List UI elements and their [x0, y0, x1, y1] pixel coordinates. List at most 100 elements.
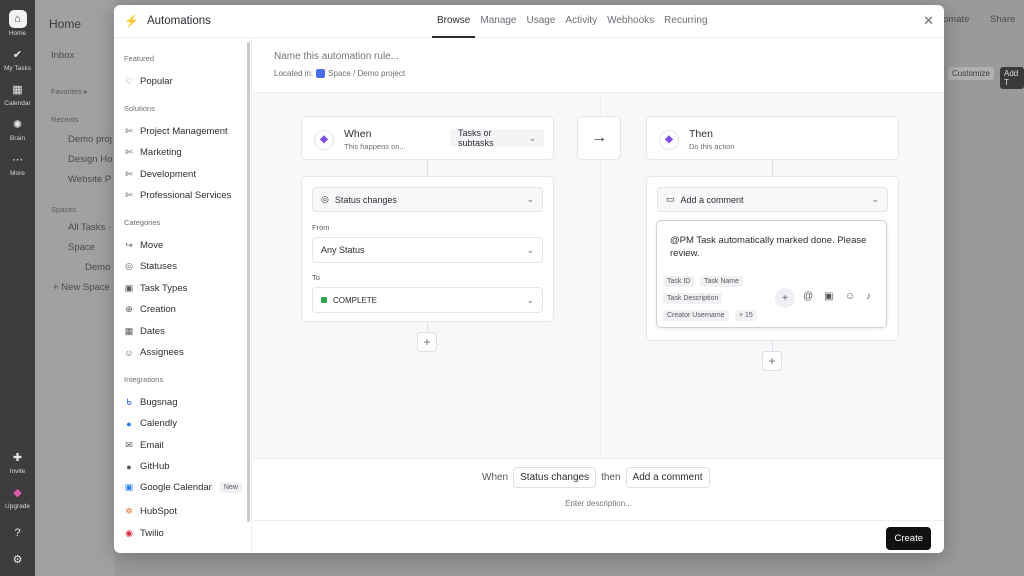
from-status-select[interactable]: Any Status ⌄	[312, 237, 543, 263]
rail-my-tasks[interactable]: ✔ My Tasks	[0, 45, 35, 73]
rail-help[interactable]: ?	[0, 524, 35, 542]
sidebar-item-label: Statuses	[140, 261, 177, 272]
attachment-icon[interactable]: ▣	[824, 291, 833, 302]
create-button[interactable]: Create	[886, 527, 931, 550]
comment-icon: ▭	[666, 194, 675, 204]
action-header-card[interactable]: ◆ Then Do this action	[646, 116, 899, 160]
connector-line	[427, 322, 428, 332]
connector-line	[427, 160, 428, 176]
brain-icon: ✺	[12, 118, 23, 131]
settings-icon: ⚙	[12, 553, 23, 566]
app-rail: ⌂ Home ✔ My Tasks ▦ Calendar ✺ Brain ⋯ M…	[0, 0, 35, 576]
sidebar-item-google-calendar[interactable]: ▣ Google Calendar New	[124, 482, 242, 493]
token-more[interactable]: + 15	[735, 310, 757, 321]
rail-brain[interactable]: ✺ Brain	[0, 115, 35, 143]
sidebar-item-project-management[interactable]: ✄ Project Management	[124, 126, 227, 137]
bg-recents: Recents	[51, 115, 79, 124]
sidebar-item-twilio[interactable]: ◉ Twilio	[124, 528, 164, 539]
token-task-name[interactable]: Task Name	[700, 276, 744, 287]
tab-activity[interactable]: Activity	[560, 5, 602, 38]
sidebar-item-statuses[interactable]: ◎ Statuses	[124, 261, 177, 272]
section-categories: Categories	[124, 218, 161, 227]
status-color-swatch	[321, 297, 327, 303]
rail-my-tasks-label: My Tasks	[4, 65, 31, 72]
connector-line	[772, 160, 773, 176]
plus-icon[interactable]: +	[775, 288, 795, 308]
rail-settings[interactable]: ⚙	[0, 550, 35, 568]
automation-builder: Located in: Space / Demo project ◆ When …	[253, 38, 944, 553]
tab-usage[interactable]: Usage	[522, 5, 561, 38]
sidebar-item-creation[interactable]: ⊕ Creation	[124, 304, 176, 315]
bg-space-4: + New Space	[53, 282, 110, 293]
check-circle-icon: ✔	[12, 48, 23, 61]
comment-editor[interactable]: @PM Task automatically marked done. Plea…	[656, 220, 887, 328]
location-line: Located in: Space / Demo project	[274, 69, 405, 78]
sidebar-item-bugsnag[interactable]: ᑲ Bugsnag	[124, 397, 177, 408]
rail-home[interactable]: ⌂ Home	[0, 10, 35, 37]
sidebar-item-calendly[interactable]: ● Calendly	[124, 418, 177, 429]
rail-invite[interactable]: ✚ Invite	[0, 448, 35, 476]
status-icon: ◎	[321, 194, 329, 204]
mention-icon[interactable]: @	[803, 291, 813, 302]
modal-title: Automations	[146, 15, 211, 27]
add-condition-button[interactable]: +	[417, 332, 437, 352]
bg-recent-1: Demo proj	[68, 134, 112, 145]
tools-icon: ✄	[125, 147, 133, 157]
sidebar-item-github[interactable]: ● GitHub	[124, 461, 169, 472]
sidebar-item-email[interactable]: ✉ Email	[124, 440, 164, 451]
close-icon[interactable]: ✕	[923, 13, 934, 29]
sidebar-scrollbar[interactable]	[247, 42, 250, 522]
summary-trigger-chip[interactable]: Status changes	[513, 467, 597, 488]
sidebar-item-professional-services[interactable]: ✄ Professional Services	[124, 190, 231, 201]
microphone-icon[interactable]: ♪	[866, 291, 871, 302]
sidebar-item-assignees[interactable]: ☺ Assignees	[124, 347, 183, 358]
action-type-select[interactable]: ▭ Add a comment ⌄	[657, 187, 888, 212]
sidebar-item-task-types[interactable]: ▣ Task Types	[124, 283, 188, 294]
tab-browse[interactable]: Browse	[432, 5, 476, 38]
bg-automate: omate	[943, 14, 970, 25]
to-status-select[interactable]: COMPLETE ⌄	[312, 287, 543, 313]
sidebar-item-label: HubSpot	[140, 506, 177, 517]
rail-upgrade[interactable]: ◆ Upgrade	[0, 483, 35, 511]
tab-webhooks[interactable]: Webhooks	[602, 5, 659, 38]
rail-more[interactable]: ⋯ More	[0, 150, 35, 178]
mail-icon: ✉	[125, 440, 133, 450]
comment-text[interactable]: @PM Task automatically marked done. Plea…	[670, 234, 875, 260]
tools-icon: ✄	[125, 190, 133, 200]
clickup-logo-icon: ◆	[659, 129, 679, 150]
chevron-down-icon: ⌄	[528, 132, 536, 143]
trigger-scope-select[interactable]: Tasks or subtasks ⌄	[450, 128, 544, 148]
trigger-type-select[interactable]: ◎ Status changes ⌄	[312, 187, 543, 212]
tab-manage[interactable]: Manage	[475, 5, 521, 38]
plus-circle-icon: ⊕	[125, 304, 133, 314]
rail-more-label: More	[10, 170, 25, 177]
token-creator-username[interactable]: Creator Username	[663, 310, 729, 321]
tab-recurring[interactable]: Recurring	[659, 5, 712, 38]
upgrade-icon: ◆	[13, 486, 22, 499]
sidebar-item-label: Creation	[140, 304, 176, 315]
add-action-button[interactable]: +	[762, 351, 782, 371]
token-task-description[interactable]: Task Description	[663, 293, 723, 304]
emoji-icon[interactable]: ☺	[845, 291, 855, 302]
help-icon: ?	[14, 527, 21, 539]
token-task-id[interactable]: Task ID	[663, 276, 695, 287]
located-path[interactable]: Space / Demo project	[328, 69, 405, 78]
sidebar-item-move[interactable]: ↪ Move	[124, 240, 163, 251]
sidebar-item-marketing[interactable]: ✄ Marketing	[124, 147, 182, 158]
rail-calendar[interactable]: ▦ Calendar	[0, 80, 35, 108]
sidebar-item-development[interactable]: ✄ Development	[124, 169, 196, 180]
trigger-header-card[interactable]: ◆ When This happens on... Tasks or subta…	[301, 116, 554, 160]
summary-action-chip[interactable]: Add a comment	[625, 467, 710, 488]
to-status-value: COMPLETE	[333, 295, 378, 305]
sidebar-item-label: Professional Services	[140, 190, 232, 201]
task-type-icon: ▣	[124, 283, 134, 293]
move-icon: ↪	[125, 240, 133, 250]
description-input[interactable]	[253, 499, 944, 508]
summary-then: then	[601, 472, 621, 483]
sidebar-item-hubspot[interactable]: ✲ HubSpot	[124, 506, 177, 517]
rule-summary: When Status changes then Add a comment	[253, 458, 944, 520]
rule-name-input[interactable]	[274, 51, 574, 62]
sidebar-item-dates[interactable]: ▦ Dates	[124, 326, 165, 337]
sidebar-item-popular[interactable]: ♡ Popular	[124, 76, 173, 87]
space-icon	[316, 69, 326, 78]
